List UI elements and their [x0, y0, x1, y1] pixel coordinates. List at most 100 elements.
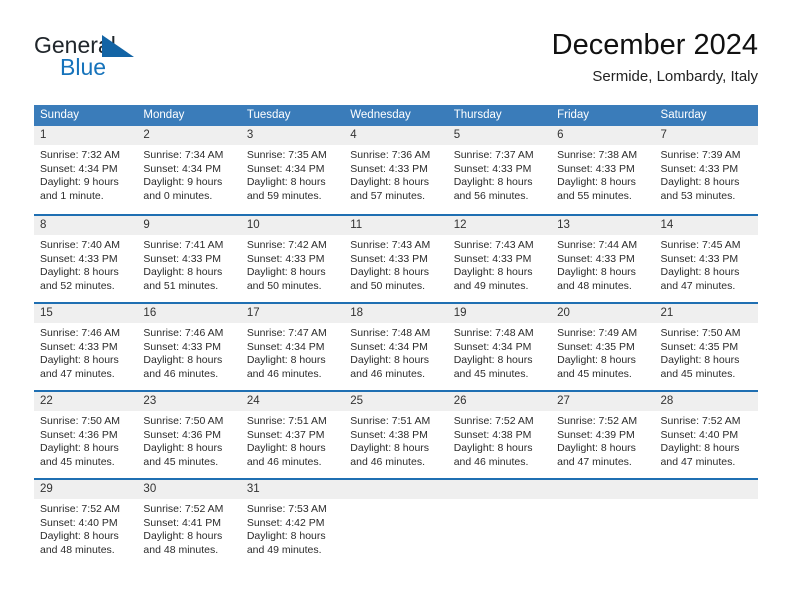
day-info: Sunrise: 7:36 AM Sunset: 4:33 PM Dayligh…: [344, 145, 447, 203]
day-cell[interactable]: 19 Sunrise: 7:48 AM Sunset: 4:34 PM Dayl…: [447, 304, 552, 390]
week-row: 29 Sunrise: 7:52 AM Sunset: 4:40 PM Dayl…: [34, 478, 758, 566]
day-cell[interactable]: 4 Sunrise: 7:36 AM Sunset: 4:33 PM Dayli…: [344, 126, 448, 214]
day-cell[interactable]: 11 Sunrise: 7:43 AM Sunset: 4:33 PM Dayl…: [344, 216, 448, 302]
daylight-text-line1: Daylight: 8 hours: [453, 442, 533, 455]
daylight-text-line2: and 1 minute.: [40, 189, 104, 202]
daylight-text-line2: and 47 minutes.: [557, 455, 632, 468]
sunset-text: Sunset: 4:33 PM: [557, 252, 635, 265]
daylight-text-line2: and 59 minutes.: [246, 189, 322, 202]
day-cell[interactable]: 17 Sunrise: 7:47 AM Sunset: 4:34 PM Dayl…: [240, 304, 345, 390]
sunrise-text: Sunrise: 7:43 AM: [350, 239, 431, 251]
day-cell[interactable]: 22 Sunrise: 7:50 AM Sunset: 4:36 PM Dayl…: [34, 392, 138, 478]
day-cell[interactable]: 20 Sunrise: 7:49 AM Sunset: 4:35 PM Dayl…: [551, 304, 655, 390]
daylight-text-line1: Daylight: 8 hours: [350, 176, 430, 189]
day-cell[interactable]: 7 Sunrise: 7:39 AM Sunset: 4:33 PM Dayli…: [654, 126, 758, 214]
day-cell[interactable]: 13 Sunrise: 7:44 AM Sunset: 4:33 PM Dayl…: [551, 216, 655, 302]
daylight-text-line2: and 48 minutes.: [143, 543, 219, 556]
day-cell[interactable]: 30 Sunrise: 7:52 AM Sunset: 4:41 PM Dayl…: [137, 480, 241, 566]
daylight-text-line1: Daylight: 8 hours: [557, 266, 636, 279]
day-cell[interactable]: 5 Sunrise: 7:37 AM Sunset: 4:33 PM Dayli…: [447, 126, 552, 214]
sunset-text: Sunset: 4:33 PM: [350, 252, 428, 265]
daylight-text-line2: and 45 minutes.: [40, 455, 115, 468]
week-row: 22 Sunrise: 7:50 AM Sunset: 4:36 PM Dayl…: [34, 390, 758, 478]
day-cell[interactable]: 23 Sunrise: 7:50 AM Sunset: 4:36 PM Dayl…: [137, 392, 241, 478]
day-cell[interactable]: 16 Sunrise: 7:46 AM Sunset: 4:33 PM Dayl…: [137, 304, 241, 390]
day-info: Sunrise: 7:32 AM Sunset: 4:34 PM Dayligh…: [34, 145, 137, 203]
day-number: 27: [551, 392, 655, 411]
day-info: Sunrise: 7:52 AM Sunset: 4:39 PM Dayligh…: [551, 411, 654, 469]
day-cell[interactable]: 10 Sunrise: 7:42 AM Sunset: 4:33 PM Dayl…: [240, 216, 345, 302]
daylight-text-line2: and 46 minutes.: [453, 455, 529, 468]
sunrise-text: Sunrise: 7:46 AM: [143, 327, 224, 339]
day-cell[interactable]: 31 Sunrise: 7:53 AM Sunset: 4:42 PM Dayl…: [240, 480, 345, 566]
sunrise-text: Sunrise: 7:40 AM: [40, 239, 120, 251]
sunset-text: Sunset: 4:34 PM: [143, 162, 222, 175]
daylight-text-line1: Daylight: 8 hours: [40, 354, 119, 367]
daylight-text-line1: Daylight: 8 hours: [40, 442, 119, 455]
day-cell[interactable]: 6 Sunrise: 7:38 AM Sunset: 4:33 PM Dayli…: [551, 126, 655, 214]
day-cell[interactable]: 29 Sunrise: 7:52 AM Sunset: 4:40 PM Dayl…: [34, 480, 138, 566]
day-cell[interactable]: 27 Sunrise: 7:52 AM Sunset: 4:39 PM Dayl…: [551, 392, 655, 478]
daylight-text-line1: Daylight: 8 hours: [557, 354, 636, 367]
sunrise-text: Sunrise: 7:50 AM: [40, 415, 120, 427]
day-number: 24: [240, 392, 345, 411]
weekday-header-saturday: Saturday: [660, 109, 707, 121]
day-cell[interactable]: 8 Sunrise: 7:40 AM Sunset: 4:33 PM Dayli…: [34, 216, 138, 302]
sunrise-text: Sunrise: 7:52 AM: [40, 503, 120, 515]
sunrise-text: Sunrise: 7:45 AM: [660, 239, 741, 251]
day-info: Sunrise: 7:40 AM Sunset: 4:33 PM Dayligh…: [34, 235, 137, 293]
weekday-header-row: Sunday Monday Tuesday Wednesday Thursday…: [34, 105, 758, 126]
sunset-text: Sunset: 4:38 PM: [453, 428, 532, 441]
daylight-text-line2: and 56 minutes.: [453, 189, 529, 202]
day-number: 4: [344, 126, 448, 145]
sunset-text: Sunset: 4:33 PM: [143, 252, 222, 265]
day-info: Sunrise: 7:50 AM Sunset: 4:36 PM Dayligh…: [34, 411, 137, 469]
day-cell[interactable]: 1 Sunrise: 7:32 AM Sunset: 4:34 PM Dayli…: [34, 126, 138, 214]
day-cell[interactable]: 14 Sunrise: 7:45 AM Sunset: 4:33 PM Dayl…: [654, 216, 758, 302]
day-cell[interactable]: 21 Sunrise: 7:50 AM Sunset: 4:35 PM Dayl…: [654, 304, 758, 390]
daylight-text-line1: Daylight: 8 hours: [557, 442, 636, 455]
weekday-header-tuesday: Tuesday: [246, 109, 291, 121]
sunset-text: Sunset: 4:33 PM: [246, 252, 325, 265]
day-cell[interactable]: 15 Sunrise: 7:46 AM Sunset: 4:33 PM Dayl…: [34, 304, 138, 390]
day-info: Sunrise: 7:41 AM Sunset: 4:33 PM Dayligh…: [137, 235, 240, 293]
sunset-text: Sunset: 4:40 PM: [40, 516, 118, 529]
day-cell[interactable]: 18 Sunrise: 7:48 AM Sunset: 4:34 PM Dayl…: [344, 304, 448, 390]
weekday-header-friday: Friday: [557, 109, 590, 121]
sunset-text: Sunset: 4:33 PM: [453, 252, 532, 265]
day-cell[interactable]: 3 Sunrise: 7:35 AM Sunset: 4:34 PM Dayli…: [240, 126, 345, 214]
daylight-text-line2: and 48 minutes.: [40, 543, 115, 556]
day-cell-empty: [344, 480, 448, 566]
daylight-text-line2: and 45 minutes.: [557, 367, 632, 380]
day-cell[interactable]: 2 Sunrise: 7:34 AM Sunset: 4:34 PM Dayli…: [137, 126, 241, 214]
sunrise-text: Sunrise: 7:36 AM: [350, 149, 431, 161]
daylight-text-line2: and 48 minutes.: [557, 279, 632, 292]
day-cell[interactable]: 26 Sunrise: 7:52 AM Sunset: 4:38 PM Dayl…: [447, 392, 552, 478]
daylight-text-line2: and 50 minutes.: [350, 279, 425, 292]
day-number: 8: [34, 216, 138, 235]
sunrise-text: Sunrise: 7:52 AM: [660, 415, 741, 427]
daylight-text-line2: and 0 minutes.: [143, 189, 213, 202]
sunset-text: Sunset: 4:41 PM: [143, 516, 222, 529]
day-info: Sunrise: 7:51 AM Sunset: 4:37 PM Dayligh…: [241, 411, 344, 469]
daylight-text-line2: and 45 minutes.: [453, 367, 529, 380]
day-cell[interactable]: 12 Sunrise: 7:43 AM Sunset: 4:33 PM Dayl…: [447, 216, 552, 302]
brand-name-blue: Blue: [60, 54, 107, 80]
day-number: 5: [447, 126, 552, 145]
day-info: Sunrise: 7:35 AM Sunset: 4:34 PM Dayligh…: [241, 145, 344, 203]
day-cell[interactable]: 9 Sunrise: 7:41 AM Sunset: 4:33 PM Dayli…: [137, 216, 241, 302]
day-cell[interactable]: 28 Sunrise: 7:52 AM Sunset: 4:40 PM Dayl…: [654, 392, 758, 478]
daylight-text-line1: Daylight: 8 hours: [350, 354, 430, 367]
daylight-text-line1: Daylight: 8 hours: [557, 176, 636, 189]
day-number: 9: [137, 216, 241, 235]
weekday-header-thursday: Thursday: [453, 109, 502, 121]
daylight-text-line2: and 52 minutes.: [40, 279, 115, 292]
sunrise-text: Sunrise: 7:48 AM: [453, 327, 534, 339]
sunrise-text: Sunrise: 7:34 AM: [143, 149, 224, 161]
daylight-text-line1: Daylight: 8 hours: [143, 442, 223, 455]
day-cell[interactable]: 25 Sunrise: 7:51 AM Sunset: 4:38 PM Dayl…: [344, 392, 448, 478]
calendar-grid: Sunday Monday Tuesday Wednesday Thursday…: [34, 105, 758, 566]
day-cell-empty: [447, 480, 552, 566]
brand-logo[interactable]: General Blue: [34, 32, 234, 88]
day-cell[interactable]: 24 Sunrise: 7:51 AM Sunset: 4:37 PM Dayl…: [240, 392, 345, 478]
